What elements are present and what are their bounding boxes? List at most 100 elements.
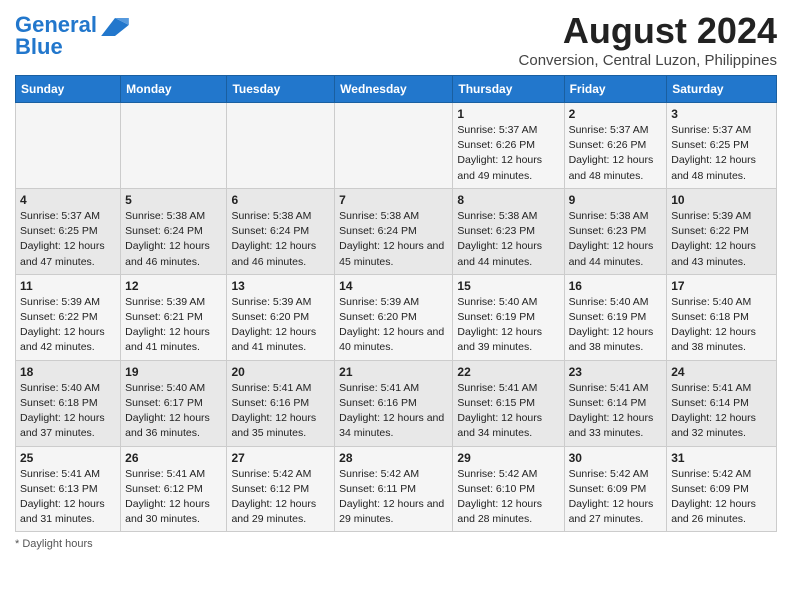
day-info: Sunrise: 5:39 AM Sunset: 6:20 PM Dayligh… [231,295,330,356]
day-number: 15 [457,279,559,293]
day-info: Sunrise: 5:39 AM Sunset: 6:21 PM Dayligh… [125,295,222,356]
calendar-header-row: SundayMondayTuesdayWednesdayThursdayFrid… [16,76,777,103]
title-area: August 2024 Conversion, Central Luzon, P… [519,10,777,69]
calendar-day-cell: 23 Sunrise: 5:41 AM Sunset: 6:14 PM Dayli… [564,360,667,446]
day-info: Sunrise: 5:37 AM Sunset: 6:26 PM Dayligh… [569,123,663,184]
day-info: Sunrise: 5:42 AM Sunset: 6:09 PM Dayligh… [569,467,663,528]
logo: General Blue [15,14,129,58]
calendar-day-cell [227,103,335,189]
day-info: Sunrise: 5:41 AM Sunset: 6:14 PM Dayligh… [569,381,663,442]
day-info: Sunrise: 5:38 AM Sunset: 6:24 PM Dayligh… [125,209,222,270]
calendar-day-cell: 16 Sunrise: 5:40 AM Sunset: 6:19 PM Dayli… [564,274,667,360]
day-number: 19 [125,365,222,379]
subtitle: Conversion, Central Luzon, Philippines [519,52,777,69]
calendar-day-cell [335,103,453,189]
day-info: Sunrise: 5:37 AM Sunset: 6:26 PM Dayligh… [457,123,559,184]
day-info: Sunrise: 5:37 AM Sunset: 6:25 PM Dayligh… [671,123,772,184]
logo-icon [101,18,129,36]
main-title: August 2024 [519,10,777,52]
day-info: Sunrise: 5:40 AM Sunset: 6:18 PM Dayligh… [671,295,772,356]
day-number: 5 [125,193,222,207]
calendar-day-cell: 24Sunrise: 5:41 AM Sunset: 6:14 PM Dayli… [667,360,777,446]
calendar-day-header: Wednesday [335,76,453,103]
logo-text: General Blue [15,14,97,58]
day-info: Sunrise: 5:38 AM Sunset: 6:23 PM Dayligh… [569,209,663,270]
calendar-day-cell: 4 Sunrise: 5:37 AM Sunset: 6:25 PM Daylig… [16,188,121,274]
calendar-day-cell: 1 Sunrise: 5:37 AM Sunset: 6:26 PM Daylig… [453,103,564,189]
header: General Blue August 2024 Conversion, Cen… [15,10,777,69]
daylight-hours-label: Daylight hours [22,538,92,550]
calendar-day-cell: 31 Sunrise: 5:42 AM Sunset: 6:09 PM Dayli… [667,446,777,532]
calendar-week-row: 1 Sunrise: 5:37 AM Sunset: 6:26 PM Daylig… [16,103,777,189]
calendar-day-cell: 8 Sunrise: 5:38 AM Sunset: 6:23 PM Daylig… [453,188,564,274]
calendar-week-row: 18 Sunrise: 5:40 AM Sunset: 6:18 PM Dayli… [16,360,777,446]
calendar-day-cell: 11Sunrise: 5:39 AM Sunset: 6:22 PM Dayli… [16,274,121,360]
calendar-day-cell [16,103,121,189]
day-info: Sunrise: 5:39 AM Sunset: 6:22 PM Dayligh… [20,295,116,356]
calendar-week-row: 4 Sunrise: 5:37 AM Sunset: 6:25 PM Daylig… [16,188,777,274]
day-number: 12 [125,279,222,293]
calendar-day-cell [121,103,227,189]
day-info: Sunrise: 5:41 AM Sunset: 6:15 PM Dayligh… [457,381,559,442]
day-number: 3 [671,107,772,121]
day-info: Sunrise: 5:38 AM Sunset: 6:24 PM Dayligh… [339,209,448,270]
day-number: 24 [671,365,772,379]
day-number: 21 [339,365,448,379]
calendar-day-header: Thursday [453,76,564,103]
day-number: 7 [339,193,448,207]
calendar-day-cell: 29Sunrise: 5:42 AM Sunset: 6:10 PM Dayli… [453,446,564,532]
calendar-week-row: 25 Sunrise: 5:41 AM Sunset: 6:13 PM Dayli… [16,446,777,532]
day-number: 23 [569,365,663,379]
day-number: 16 [569,279,663,293]
calendar-body: 1 Sunrise: 5:37 AM Sunset: 6:26 PM Daylig… [16,103,777,532]
day-number: 4 [20,193,116,207]
calendar-day-cell: 9 Sunrise: 5:38 AM Sunset: 6:23 PM Daylig… [564,188,667,274]
calendar-day-cell: 21Sunrise: 5:41 AM Sunset: 6:16 PM Dayli… [335,360,453,446]
day-number: 22 [457,365,559,379]
calendar-day-cell: 3 Sunrise: 5:37 AM Sunset: 6:25 PM Daylig… [667,103,777,189]
day-number: 25 [20,451,116,465]
calendar-day-cell: 18 Sunrise: 5:40 AM Sunset: 6:18 PM Dayli… [16,360,121,446]
day-number: 9 [569,193,663,207]
calendar-week-row: 11Sunrise: 5:39 AM Sunset: 6:22 PM Dayli… [16,274,777,360]
day-info: Sunrise: 5:42 AM Sunset: 6:09 PM Dayligh… [671,467,772,528]
calendar-day-cell: 30Sunrise: 5:42 AM Sunset: 6:09 PM Dayli… [564,446,667,532]
day-info: Sunrise: 5:38 AM Sunset: 6:23 PM Dayligh… [457,209,559,270]
calendar-day-cell: 15 Sunrise: 5:40 AM Sunset: 6:19 PM Dayli… [453,274,564,360]
day-number: 8 [457,193,559,207]
day-number: 29 [457,451,559,465]
footer-note: * Daylight hours [15,538,777,550]
calendar-day-cell: 19Sunrise: 5:40 AM Sunset: 6:17 PM Dayli… [121,360,227,446]
day-number: 10 [671,193,772,207]
calendar-day-cell: 10 Sunrise: 5:39 AM Sunset: 6:22 PM Dayli… [667,188,777,274]
day-info: Sunrise: 5:37 AM Sunset: 6:25 PM Dayligh… [20,209,116,270]
day-info: Sunrise: 5:40 AM Sunset: 6:19 PM Dayligh… [457,295,559,356]
day-number: 1 [457,107,559,121]
calendar-day-header: Monday [121,76,227,103]
calendar-day-cell: 17Sunrise: 5:40 AM Sunset: 6:18 PM Dayli… [667,274,777,360]
day-number: 14 [339,279,448,293]
calendar-day-cell: 25 Sunrise: 5:41 AM Sunset: 6:13 PM Dayli… [16,446,121,532]
calendar-day-header: Tuesday [227,76,335,103]
calendar-day-cell: 7 Sunrise: 5:38 AM Sunset: 6:24 PM Daylig… [335,188,453,274]
day-number: 6 [231,193,330,207]
day-info: Sunrise: 5:41 AM Sunset: 6:16 PM Dayligh… [231,381,330,442]
calendar-day-header: Saturday [667,76,777,103]
calendar-day-cell: 5 Sunrise: 5:38 AM Sunset: 6:24 PM Daylig… [121,188,227,274]
calendar-day-cell: 13Sunrise: 5:39 AM Sunset: 6:20 PM Dayli… [227,274,335,360]
day-info: Sunrise: 5:42 AM Sunset: 6:12 PM Dayligh… [231,467,330,528]
calendar-day-header: Friday [564,76,667,103]
calendar-day-cell: 20Sunrise: 5:41 AM Sunset: 6:16 PM Dayli… [227,360,335,446]
day-info: Sunrise: 5:40 AM Sunset: 6:18 PM Dayligh… [20,381,116,442]
day-info: Sunrise: 5:40 AM Sunset: 6:19 PM Dayligh… [569,295,663,356]
day-info: Sunrise: 5:39 AM Sunset: 6:22 PM Dayligh… [671,209,772,270]
calendar-day-cell: 27Sunrise: 5:42 AM Sunset: 6:12 PM Dayli… [227,446,335,532]
day-number: 28 [339,451,448,465]
calendar-day-cell: 22 Sunrise: 5:41 AM Sunset: 6:15 PM Dayli… [453,360,564,446]
day-info: Sunrise: 5:41 AM Sunset: 6:13 PM Dayligh… [20,467,116,528]
day-number: 31 [671,451,772,465]
calendar-day-cell: 6 Sunrise: 5:38 AM Sunset: 6:24 PM Daylig… [227,188,335,274]
day-info: Sunrise: 5:39 AM Sunset: 6:20 PM Dayligh… [339,295,448,356]
day-number: 18 [20,365,116,379]
day-info: Sunrise: 5:38 AM Sunset: 6:24 PM Dayligh… [231,209,330,270]
